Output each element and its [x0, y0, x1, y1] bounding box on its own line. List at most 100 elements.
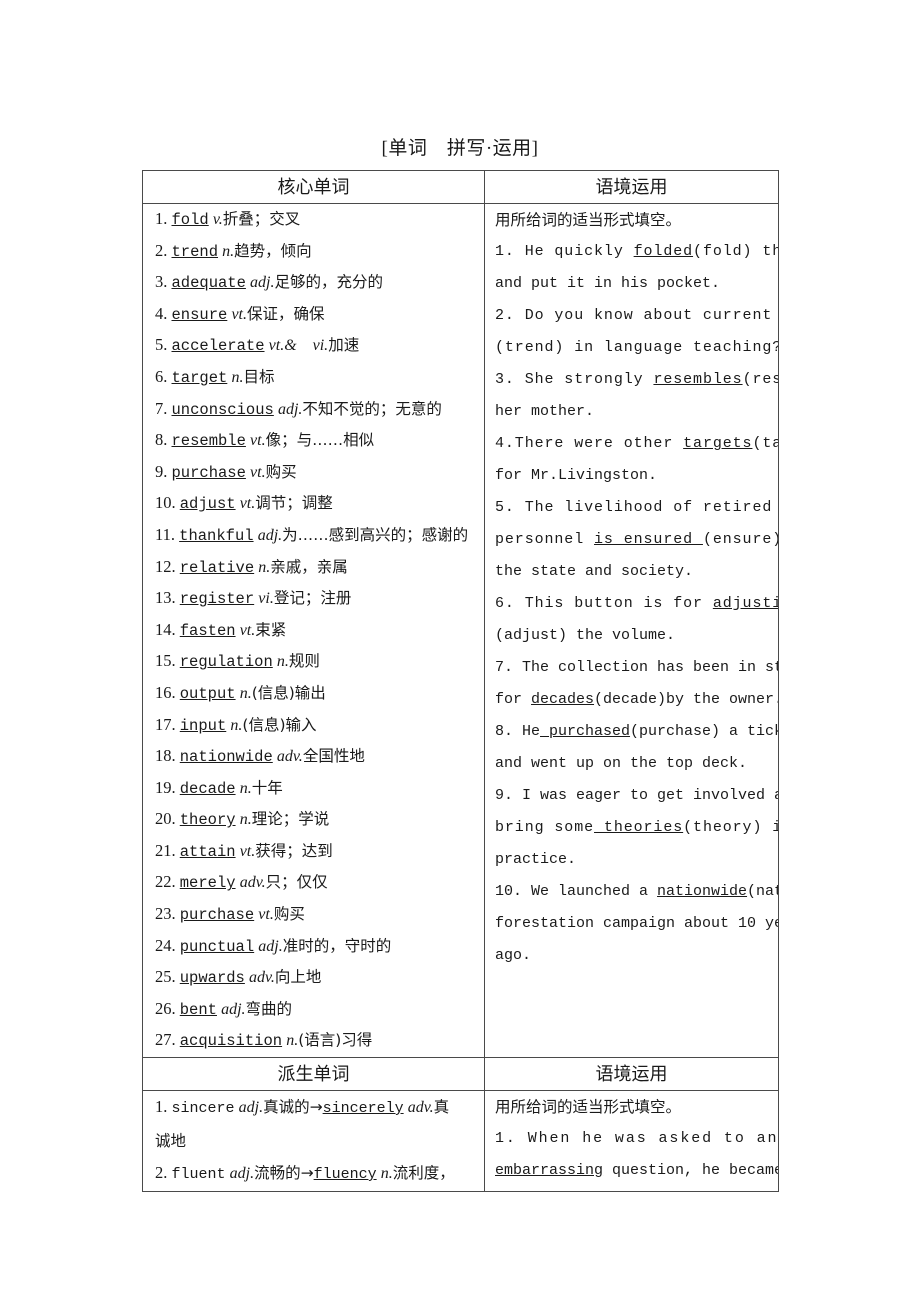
- context-text: and put it in his pocket.: [495, 275, 721, 292]
- context-line: 1. He quickly folded(fold) the map: [495, 236, 778, 268]
- header-context-usage-2: 语境运用: [484, 1057, 779, 1092]
- derived-base-gloss: 流畅的: [254, 1164, 301, 1183]
- word-number: 8.: [155, 430, 172, 450]
- context-line: for decades(decade)by the owner.: [495, 684, 778, 716]
- word-number: 10.: [155, 493, 180, 513]
- derived-base-word: sincere: [171, 1100, 235, 1118]
- word-gloss: 为……感到高兴的；感谢的: [282, 525, 469, 544]
- context-text: 1. He quickly: [495, 243, 634, 260]
- part-of-speech: vi.: [258, 590, 274, 608]
- word-number: 23.: [155, 904, 180, 924]
- context-text: (adjust) the volume.: [495, 627, 676, 644]
- derived-base-word: fluent: [171, 1166, 226, 1184]
- context-text: for Mr.Livingston.: [495, 467, 658, 484]
- word-number: 19.: [155, 777, 180, 797]
- part-of-speech: vt.: [239, 842, 256, 860]
- word-number: 7.: [155, 398, 172, 418]
- part-of-speech: adj.: [277, 400, 303, 418]
- context-text: (theory) into: [683, 819, 778, 836]
- context-text: (ensure) by: [702, 531, 778, 548]
- word-gloss: 全国性地: [302, 747, 365, 766]
- context-line: 10. We launched a nationwide(nation): [495, 876, 778, 908]
- core-word-item: 21. attain vt.获得；达到: [155, 836, 480, 868]
- table-body-row-core: 1. fold v.折叠；交叉 2. trend n.趋势，倾向 3. adequa…: [142, 202, 779, 1059]
- derivation-arrow-icon: →: [309, 1098, 323, 1117]
- core-word-item: 25. upwards adv.向上地: [155, 962, 480, 994]
- part-of-speech: adv.: [276, 748, 303, 766]
- part-of-speech: n.: [231, 368, 244, 386]
- core-word-item: 1. fold v.折叠；交叉: [155, 204, 480, 236]
- part-of-speech: vt.& vi.: [268, 337, 329, 355]
- word-gloss: 不知不觉的；无意的: [302, 399, 442, 418]
- word-gloss: 加速: [328, 336, 360, 355]
- derived-words-cell: 1. sincere adj.真诚的→sincerely adv.真 诚地 2. f…: [142, 1090, 485, 1193]
- part-of-speech: adj.: [258, 937, 283, 955]
- headword: acquisition: [179, 1032, 283, 1051]
- context-line: personnel is ensured (ensure) by: [495, 524, 778, 556]
- core-word-item: 7. unconscious adj.不知不觉的；无意的: [155, 394, 480, 426]
- context-line: 2. Do you know about current trends: [495, 300, 774, 332]
- core-word-item: 11. thankful adj.为……感到高兴的；感谢的: [155, 520, 480, 552]
- context-text: 5. The livelihood of retired: [495, 499, 773, 516]
- context-text: her mother.: [495, 403, 595, 420]
- header-core-words: 核心单词: [142, 170, 485, 204]
- part-of-speech: n.: [230, 716, 243, 734]
- headword: unconscious: [171, 400, 274, 419]
- context-answer: embarrassing: [495, 1162, 604, 1180]
- part-of-speech: vt.: [231, 305, 247, 323]
- context-text: 7. The collection has been in storage: [495, 659, 778, 676]
- core-word-list: 1. fold v.折叠；交叉 2. trend n.趋势，倾向 3. adequa…: [143, 204, 484, 1057]
- core-word-item: 19. decade n.十年: [155, 773, 480, 805]
- word-number: 17.: [155, 714, 180, 734]
- headword: purchase: [179, 906, 255, 925]
- headword: attain: [179, 842, 236, 861]
- core-word-item: 8. resemble vt.像；与……相似: [155, 425, 480, 457]
- context-text: (fold) the map: [693, 243, 778, 260]
- word-gloss: 足够的，充分的: [274, 273, 384, 292]
- word-gloss: 保证，确保: [246, 304, 325, 323]
- header-derived-words: 派生单词: [142, 1057, 485, 1092]
- part-of-speech: adj.: [250, 274, 275, 292]
- headword: ensure: [171, 305, 228, 324]
- headword: purchase: [171, 463, 246, 482]
- word-number: 18.: [155, 746, 180, 766]
- derived-number: 2.: [155, 1163, 172, 1183]
- core-word-item: 15. regulation n.规则: [155, 646, 480, 678]
- context-text: 1. When he was asked to answer that: [495, 1130, 778, 1148]
- derived-target-gloss: 真: [433, 1098, 450, 1117]
- word-number: 6.: [155, 366, 172, 386]
- core-word-item: 3. adequate adj.足够的，充分的: [155, 267, 480, 299]
- core-word-item: 12. relative n.亲戚，亲属: [155, 552, 480, 584]
- core-word-item: 9. purchase vt.购买: [155, 457, 480, 489]
- section-title: [单词 拼写·运用]: [381, 138, 539, 159]
- part-of-speech: adj.: [221, 1000, 246, 1018]
- word-gloss: (语言)习得: [298, 1031, 373, 1050]
- word-gloss: 购买: [273, 905, 305, 924]
- word-gloss: 获得；达到: [255, 841, 333, 860]
- context-line: bring some theories(theory) into: [495, 812, 778, 844]
- context-prompt: 用所给词的适当形式填空。: [495, 211, 682, 229]
- derived-base-pos: adj.: [229, 1165, 255, 1183]
- context-line: 8. He purchased(purchase) a ticket: [495, 716, 778, 748]
- core-word-item: 23. purchase vt.购买: [155, 899, 480, 931]
- headword: adequate: [171, 274, 246, 293]
- context-line: embarrassing question, he became: [495, 1155, 778, 1187]
- context-answer: nationwide: [657, 883, 748, 900]
- word-number: 12.: [155, 556, 180, 576]
- part-of-speech: vt.: [258, 906, 274, 924]
- word-number: 4.: [155, 303, 172, 323]
- part-of-speech: vt.: [250, 432, 266, 450]
- word-gloss: 理论；学说: [251, 810, 330, 829]
- context-line: for Mr.Livingston.: [495, 460, 774, 492]
- context-text: forestation campaign about 10 years: [495, 915, 778, 932]
- word-number: 13.: [155, 588, 180, 608]
- context-text: practice.: [495, 851, 577, 868]
- word-gloss: 亲戚，亲属: [270, 557, 348, 576]
- core-word-item: 24. punctual adj.准时的，守时的: [155, 931, 480, 963]
- word-number: 2.: [155, 240, 172, 260]
- word-gloss: (信息)输出: [251, 683, 326, 702]
- context-text: 8. He: [495, 723, 541, 740]
- headword: trend: [171, 242, 219, 261]
- context-text: 3. She strongly: [495, 371, 654, 388]
- word-number: 20.: [155, 809, 180, 829]
